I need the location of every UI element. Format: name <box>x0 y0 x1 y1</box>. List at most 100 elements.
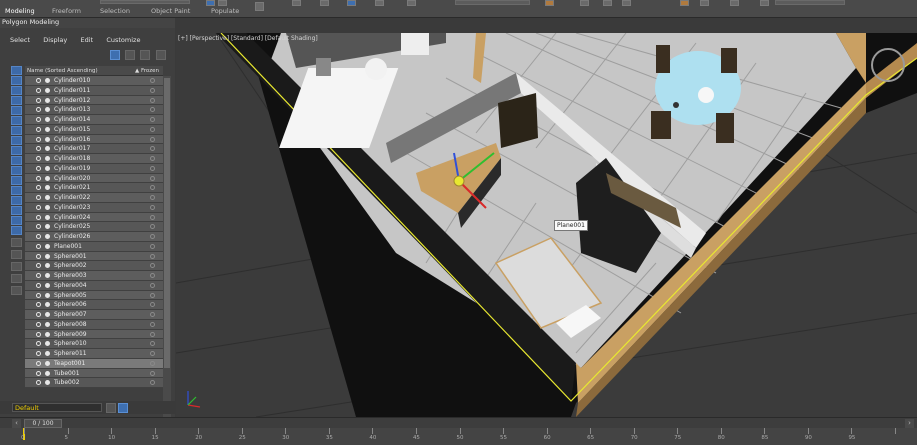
prev-frame-icon[interactable]: ‹ <box>12 419 21 428</box>
eye-icon[interactable] <box>36 78 41 83</box>
render-dot-icon[interactable] <box>45 370 50 376</box>
render-dot-icon[interactable] <box>45 146 50 152</box>
viewport-label[interactable]: [+] [Perspective] [Standard] [Default Sh… <box>178 35 318 42</box>
list-item[interactable]: Sphere010 <box>25 339 163 349</box>
filter-lights-icon[interactable] <box>11 86 22 95</box>
move-icon[interactable] <box>375 0 384 6</box>
eye-icon[interactable] <box>36 107 41 113</box>
filter-all-icon[interactable] <box>11 186 22 195</box>
filter-funnel-icon[interactable] <box>11 274 22 283</box>
eye-icon[interactable] <box>36 156 41 161</box>
filter-helpers-icon[interactable] <box>11 106 22 115</box>
eye-icon[interactable] <box>36 273 41 278</box>
render-dot-icon[interactable] <box>45 175 50 181</box>
frozen-icon[interactable] <box>150 321 155 327</box>
render-dot-icon[interactable] <box>45 156 50 161</box>
frozen-icon[interactable] <box>150 146 155 152</box>
eye-icon[interactable] <box>36 263 41 269</box>
filter-hidden-icon[interactable] <box>11 176 22 185</box>
eye-icon[interactable] <box>36 312 41 317</box>
render-dot-icon[interactable] <box>45 292 50 298</box>
window-crossing-icon[interactable] <box>347 0 356 6</box>
list-item[interactable]: Tube002 <box>25 378 163 388</box>
layer-dropdown[interactable]: Default <box>12 403 102 412</box>
frozen-icon[interactable] <box>150 302 155 308</box>
frozen-icon[interactable] <box>150 380 155 386</box>
render-dot-icon[interactable] <box>45 331 50 337</box>
list-item[interactable]: Cylinder026 <box>25 232 163 242</box>
render-dot-icon[interactable] <box>45 321 50 327</box>
tool-icon[interactable] <box>545 0 554 6</box>
filter-xrefs-icon[interactable] <box>11 136 22 145</box>
eye-icon[interactable] <box>36 331 41 337</box>
render-dot-icon[interactable] <box>45 204 50 210</box>
render-dot-icon[interactable] <box>45 302 50 308</box>
list-item[interactable]: Cylinder017 <box>25 144 163 154</box>
render-dot-icon[interactable] <box>45 78 50 83</box>
render-dot-icon[interactable] <box>45 273 50 278</box>
tab-populate[interactable]: Populate <box>211 7 239 15</box>
find-icon[interactable] <box>11 262 22 271</box>
eye-icon[interactable] <box>36 282 41 288</box>
filter-none-icon[interactable] <box>11 196 22 205</box>
list-item[interactable]: Sphere004 <box>25 280 163 291</box>
render-dot-icon[interactable] <box>45 380 50 386</box>
render-dot-icon[interactable] <box>45 185 50 191</box>
list-item[interactable]: Cylinder015 <box>25 124 163 135</box>
filter-cameras-icon[interactable] <box>11 96 22 105</box>
eye-icon[interactable] <box>36 292 41 298</box>
filter-containers-icon[interactable] <box>11 156 22 165</box>
render-dot-icon[interactable] <box>45 117 50 122</box>
explorer-scrollbar[interactable] <box>163 76 171 424</box>
frozen-icon[interactable] <box>150 175 155 181</box>
list-item[interactable]: Sphere005 <box>25 290 163 301</box>
render-frame-icon[interactable] <box>700 0 709 6</box>
eye-icon[interactable] <box>36 185 41 191</box>
frozen-icon[interactable] <box>150 312 155 317</box>
filter-isolate-icon[interactable] <box>11 216 22 225</box>
list-item[interactable]: Cylinder022 <box>25 193 163 203</box>
frozen-icon[interactable] <box>150 214 155 220</box>
tab-object-paint[interactable]: Object Paint <box>151 7 190 15</box>
render-dot-icon[interactable] <box>45 253 50 259</box>
list-item[interactable]: Cylinder010 <box>25 76 163 86</box>
frozen-icon[interactable] <box>150 331 155 337</box>
eye-icon[interactable] <box>36 351 41 356</box>
list-item[interactable]: Cylinder020 <box>25 173 163 184</box>
list-item[interactable]: Cylinder018 <box>25 154 163 164</box>
render-dot-icon[interactable] <box>45 136 50 142</box>
eye-icon[interactable] <box>36 214 41 220</box>
time-slider[interactable]: 0 / 100 <box>24 419 62 428</box>
rotate-icon[interactable] <box>407 0 416 6</box>
track-bar[interactable]: 0 5 10 15 20 25 30 35 40 45 50 55 60 65 70 75 80 85 90 95 <box>0 428 917 445</box>
frozen-icon[interactable] <box>150 78 155 83</box>
filter-invert-icon[interactable] <box>11 206 22 215</box>
view-icon[interactable] <box>11 238 22 247</box>
tool-icon[interactable] <box>622 0 631 6</box>
scrollbar-thumb[interactable] <box>164 78 170 368</box>
render-dot-icon[interactable] <box>45 263 50 269</box>
eye-icon[interactable] <box>36 195 41 200</box>
frozen-icon[interactable] <box>150 126 155 132</box>
filter-icon[interactable] <box>110 50 120 60</box>
eye-icon[interactable] <box>36 321 41 327</box>
notes-icon[interactable] <box>11 250 22 259</box>
frozen-icon[interactable] <box>150 273 155 278</box>
eye-icon[interactable] <box>36 146 41 152</box>
filter-shapes-icon[interactable] <box>11 76 22 85</box>
render-dot-icon[interactable] <box>45 214 50 220</box>
render-dot-icon[interactable] <box>45 341 50 347</box>
perspective-viewport[interactable]: [+] [Perspective] [Standard] [Default Sh… <box>176 33 917 417</box>
frozen-icon[interactable] <box>150 253 155 259</box>
render-dot-icon[interactable] <box>45 312 50 317</box>
list-item[interactable]: Cylinder011 <box>25 85 163 96</box>
render-dot-icon[interactable] <box>45 87 50 93</box>
filter-geometry-icon[interactable] <box>11 66 22 75</box>
list-item[interactable]: Cylinder024 <box>25 212 163 223</box>
tab-modeling[interactable]: Modeling <box>5 7 35 15</box>
eye-icon[interactable] <box>36 136 41 142</box>
next-frame-icon[interactable]: › <box>905 419 914 428</box>
menu-edit[interactable]: Edit <box>81 36 94 44</box>
lock-icon[interactable] <box>125 50 136 60</box>
ribbon-field-1[interactable] <box>100 0 190 4</box>
